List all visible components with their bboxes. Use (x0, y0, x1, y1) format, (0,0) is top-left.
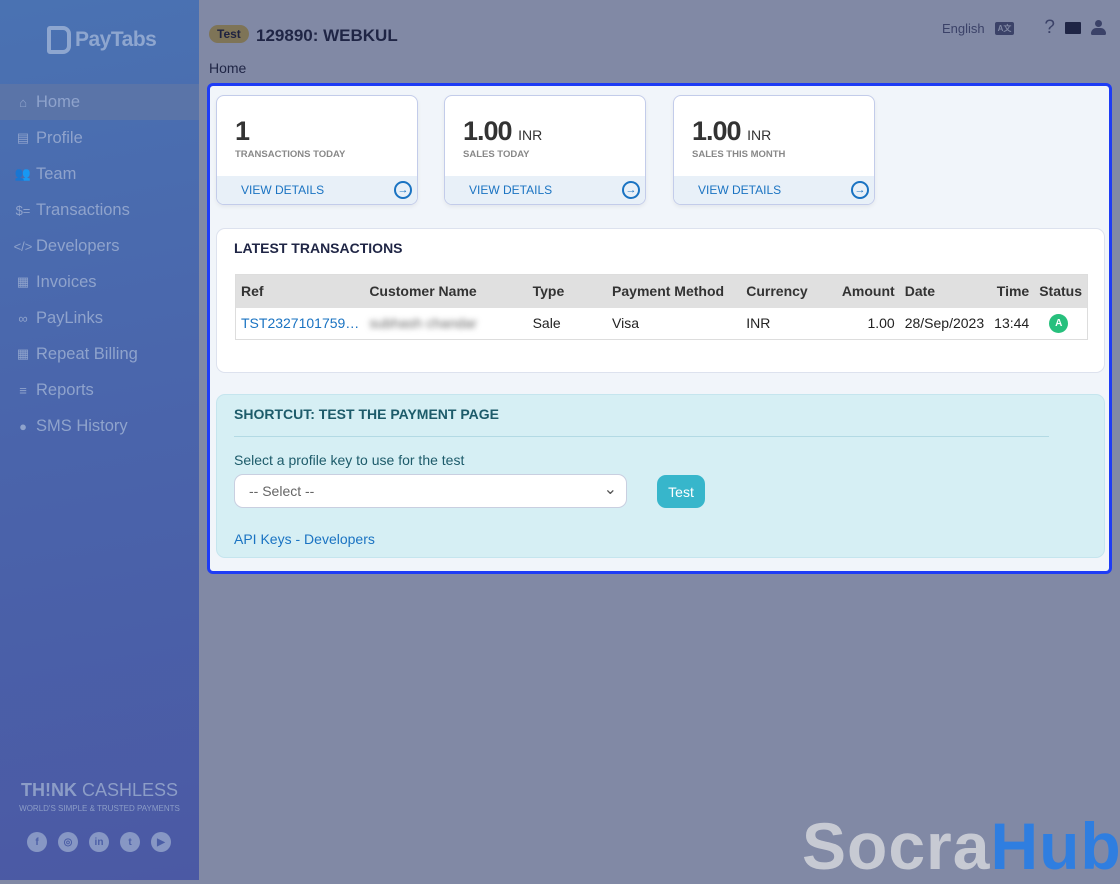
sidebar-item-sms-history[interactable]: ● SMS History (0, 408, 199, 444)
section-title: SHORTCUT: TEST THE PAYMENT PAGE (234, 406, 499, 422)
table-row: TST2327101759… subhash chandar Sale Visa… (236, 308, 1088, 340)
money-icon: $= (15, 202, 31, 218)
sidebar-item-home[interactable]: ⌂ Home (0, 84, 199, 120)
paytabs-logo[interactable]: PayTabs (47, 26, 157, 54)
profile-icon: ▤ (16, 130, 30, 145)
stat-card-sales-this-month: 1.00 INR SALES THIS MONTH VIEW DETAILS → (673, 95, 875, 205)
team-icon: 👥 (14, 166, 32, 181)
shortcut-links: API Keys - Developers (234, 531, 375, 547)
translate-icon[interactable]: A文 (994, 21, 1015, 35)
section-title: LATEST TRANSACTIONS (234, 240, 403, 256)
latest-transactions-panel: LATEST TRANSACTIONS Ref Customer Name Ty… (216, 228, 1105, 373)
api-keys-link[interactable]: API Keys (234, 531, 292, 547)
code-icon: </> (13, 238, 33, 254)
sidebar-item-reports[interactable]: ≡ Reports (0, 372, 199, 408)
calendar-icon: ▦ (16, 346, 30, 361)
tagline: TH!NK CASHLESS WORLD'S SIMPLE & TRUSTED … (19, 780, 180, 813)
paytabs-logo-icon (47, 26, 71, 54)
mail-icon[interactable] (1065, 22, 1081, 34)
user-icon[interactable] (1091, 20, 1106, 36)
socrahub-watermark: SocraHub (802, 809, 1120, 883)
test-mode-badge: Test (209, 25, 249, 43)
sidebar: PayTabs ⌂ Home ▤ Profile 👥 Team $= Transacti… (0, 0, 199, 880)
youtube-icon[interactable]: ▶ (151, 832, 171, 852)
sidebar-item-repeat-billing[interactable]: ▦ Repeat Billing (0, 336, 199, 372)
invoice-icon: ▦ (16, 274, 30, 289)
sidebar-item-developers[interactable]: </> Developers (0, 228, 199, 264)
link-icon: ∞ (18, 310, 28, 326)
breadcrumb: Home (209, 60, 247, 76)
arrow-right-circle-icon: → (394, 181, 412, 199)
sidebar-item-transactions[interactable]: $= Transactions (0, 192, 199, 228)
stat-card-transactions-today: 1 TRANSACTIONS TODAY VIEW DETAILS → (216, 95, 418, 205)
twitter-icon[interactable]: t (120, 832, 140, 852)
sidebar-item-profile[interactable]: ▤ Profile (0, 120, 199, 156)
test-payment-shortcut-panel: SHORTCUT: TEST THE PAYMENT PAGE Select a… (216, 394, 1105, 558)
sidebar-item-paylinks[interactable]: ∞ PayLinks (0, 300, 199, 336)
developers-link[interactable]: Developers (304, 531, 375, 547)
help-icon[interactable]: ? (1044, 17, 1055, 39)
sms-icon: ● (19, 418, 27, 434)
instagram-icon[interactable]: ◎ (58, 832, 78, 852)
linkedin-icon[interactable]: in (89, 832, 109, 852)
view-details-link[interactable]: VIEW DETAILS → (217, 176, 417, 204)
arrow-right-circle-icon: → (851, 181, 869, 199)
status-badge: A (1049, 314, 1069, 334)
sidebar-item-invoices[interactable]: ▦ Invoices (0, 264, 199, 300)
chart-icon: ≡ (19, 382, 27, 398)
test-button[interactable]: Test (657, 475, 705, 508)
profile-key-label: Select a profile key to use for the test (234, 452, 465, 468)
transaction-ref-link[interactable]: TST2327101759… (236, 308, 365, 340)
social-links: f ◎ in t ▶ (27, 832, 171, 852)
divider (234, 436, 1049, 437)
sidebar-item-team[interactable]: 👥 Team (0, 156, 199, 192)
dashboard-content: 1 TRANSACTIONS TODAY VIEW DETAILS → 1.00 … (207, 83, 1112, 574)
sidebar-nav: ⌂ Home ▤ Profile 👥 Team $= Transactions </> D… (0, 84, 199, 444)
profile-key-select[interactable]: -- Select -- (234, 474, 627, 508)
language-selector[interactable]: English (942, 21, 985, 36)
page-title: 129890: WEBKUL (256, 26, 398, 45)
customer-name: subhash chandar (369, 315, 477, 332)
arrow-right-circle-icon: → (622, 181, 640, 199)
facebook-icon[interactable]: f (27, 832, 47, 852)
view-details-link[interactable]: VIEW DETAILS → (445, 176, 645, 204)
home-icon: ⌂ (19, 94, 27, 110)
view-details-link[interactable]: VIEW DETAILS → (674, 176, 874, 204)
transactions-table: Ref Customer Name Type Payment Method Cu… (235, 274, 1088, 340)
header-actions: English A文 ? (942, 17, 1106, 39)
stat-card-sales-today: 1.00 INR SALES TODAY VIEW DETAILS → (444, 95, 646, 205)
